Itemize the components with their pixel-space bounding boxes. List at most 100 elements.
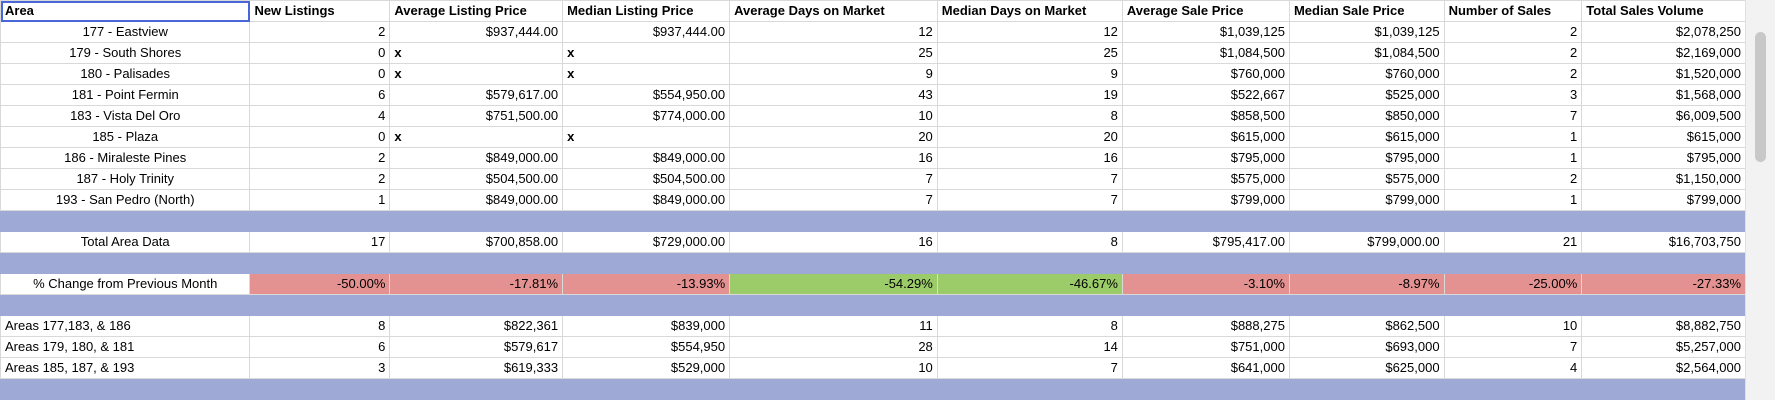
group-area-cell[interactable]: Areas 177,183, & 186: [0, 315, 251, 337]
median-days-cell[interactable]: 7: [936, 168, 1123, 190]
header-median-listing-price[interactable]: Median Listing Price: [562, 0, 731, 22]
avg-listing-price-cell[interactable]: $937,444.00: [389, 21, 564, 43]
total-sales-volume-cell[interactable]: $2,078,250: [1581, 21, 1746, 43]
avg-days-cell[interactable]: 43: [729, 84, 938, 106]
area-cell[interactable]: 177 - Eastview: [0, 21, 251, 43]
change-median-listing-price-cell[interactable]: -13.93%: [562, 273, 731, 295]
median-days-cell[interactable]: 16: [936, 147, 1123, 169]
group-sales-volume-cell[interactable]: $2,564,000: [1581, 357, 1746, 379]
change-avg-sale-price-cell[interactable]: -3.10%: [1121, 273, 1290, 295]
new-listings-cell[interactable]: 2: [249, 168, 391, 190]
total-avg-sale-price-cell[interactable]: $795,417.00: [1121, 231, 1290, 253]
change-median-days-cell[interactable]: -46.67%: [936, 273, 1123, 295]
total-label-cell[interactable]: Total Area Data: [0, 231, 251, 253]
median-listing-price-cell[interactable]: $849,000.00: [562, 189, 731, 211]
header-total-sales-volume[interactable]: Total Sales Volume: [1581, 0, 1746, 22]
group-avg-listing-price-cell[interactable]: $579,617: [389, 336, 564, 358]
total-median-sale-price-cell[interactable]: $799,000.00: [1288, 231, 1445, 253]
change-avg-listing-price-cell[interactable]: -17.81%: [389, 273, 564, 295]
group-number-of-sales-cell[interactable]: 10: [1443, 315, 1583, 337]
avg-sale-price-cell[interactable]: $1,084,500: [1121, 42, 1290, 64]
total-sales-volume-cell[interactable]: $795,000: [1581, 147, 1746, 169]
header-number-of-sales[interactable]: Number of Sales: [1443, 0, 1583, 22]
avg-listing-price-cell[interactable]: $751,500.00: [389, 105, 564, 127]
group-median-days-cell[interactable]: 14: [936, 336, 1123, 358]
avg-sale-price-cell[interactable]: $1,039,125: [1121, 21, 1290, 43]
median-listing-price-cell[interactable]: x: [562, 126, 731, 148]
area-cell[interactable]: 179 - South Shores: [0, 42, 251, 64]
group-area-cell[interactable]: Areas 185, 187, & 193: [0, 357, 251, 379]
group-median-days-cell[interactable]: 8: [936, 315, 1123, 337]
median-listing-price-cell[interactable]: $849,000.00: [562, 147, 731, 169]
total-avg-listing-price-cell[interactable]: $700,858.00: [389, 231, 564, 253]
median-listing-price-cell[interactable]: $554,950.00: [562, 84, 731, 106]
median-days-cell[interactable]: 25: [936, 42, 1123, 64]
avg-days-cell[interactable]: 20: [729, 126, 938, 148]
header-avg-listing-price[interactable]: Average Listing Price: [389, 0, 564, 22]
group-number-of-sales-cell[interactable]: 4: [1443, 357, 1583, 379]
group-avg-days-cell[interactable]: 11: [729, 315, 938, 337]
avg-listing-price-cell[interactable]: x: [389, 126, 564, 148]
group-median-sale-price-cell[interactable]: $625,000: [1288, 357, 1445, 379]
group-avg-sale-price-cell[interactable]: $751,000: [1121, 336, 1290, 358]
median-sale-price-cell[interactable]: $760,000: [1288, 63, 1445, 85]
vertical-scrollbar[interactable]: [1745, 0, 1775, 400]
median-sale-price-cell[interactable]: $850,000: [1288, 105, 1445, 127]
median-days-cell[interactable]: 19: [936, 84, 1123, 106]
group-area-cell[interactable]: Areas 179, 180, & 181: [0, 336, 251, 358]
avg-sale-price-cell[interactable]: $760,000: [1121, 63, 1290, 85]
total-sales-volume-cell[interactable]: $2,169,000: [1581, 42, 1746, 64]
number-of-sales-cell[interactable]: 1: [1443, 147, 1583, 169]
new-listings-cell[interactable]: 2: [249, 147, 391, 169]
total-sales-volume-cell[interactable]: $6,009,500: [1581, 105, 1746, 127]
new-listings-cell[interactable]: 4: [249, 105, 391, 127]
avg-days-cell[interactable]: 16: [729, 147, 938, 169]
median-days-cell[interactable]: 9: [936, 63, 1123, 85]
avg-sale-price-cell[interactable]: $575,000: [1121, 168, 1290, 190]
area-cell[interactable]: 185 - Plaza: [0, 126, 251, 148]
median-listing-price-cell[interactable]: x: [562, 42, 731, 64]
group-avg-days-cell[interactable]: 28: [729, 336, 938, 358]
header-avg-sale-price[interactable]: Average Sale Price: [1121, 0, 1290, 22]
number-of-sales-cell[interactable]: 2: [1443, 63, 1583, 85]
number-of-sales-cell[interactable]: 2: [1443, 168, 1583, 190]
median-sale-price-cell[interactable]: $795,000: [1288, 147, 1445, 169]
avg-sale-price-cell[interactable]: $522,667: [1121, 84, 1290, 106]
avg-days-cell[interactable]: 25: [729, 42, 938, 64]
area-cell[interactable]: 187 - Holy Trinity: [0, 168, 251, 190]
header-median-days-on-market[interactable]: Median Days on Market: [936, 0, 1123, 22]
change-median-sale-price-cell[interactable]: -8.97%: [1288, 273, 1445, 295]
group-sales-volume-cell[interactable]: $8,882,750: [1581, 315, 1746, 337]
avg-listing-price-cell[interactable]: $579,617.00: [389, 84, 564, 106]
group-avg-listing-price-cell[interactable]: $822,361: [389, 315, 564, 337]
avg-days-cell[interactable]: 9: [729, 63, 938, 85]
avg-listing-price-cell[interactable]: $504,500.00: [389, 168, 564, 190]
group-avg-sale-price-cell[interactable]: $641,000: [1121, 357, 1290, 379]
area-cell[interactable]: 183 - Vista Del Oro: [0, 105, 251, 127]
group-avg-sale-price-cell[interactable]: $888,275: [1121, 315, 1290, 337]
median-days-cell[interactable]: 12: [936, 21, 1123, 43]
total-new-listings-cell[interactable]: 17: [249, 231, 391, 253]
header-area[interactable]: Area: [0, 0, 251, 22]
group-sales-volume-cell[interactable]: $5,257,000: [1581, 336, 1746, 358]
new-listings-cell[interactable]: 2: [249, 21, 391, 43]
median-listing-price-cell[interactable]: x: [562, 63, 731, 85]
total-number-of-sales-cell[interactable]: 21: [1443, 231, 1583, 253]
group-median-sale-price-cell[interactable]: $693,000: [1288, 336, 1445, 358]
new-listings-cell[interactable]: 0: [249, 63, 391, 85]
avg-sale-price-cell[interactable]: $615,000: [1121, 126, 1290, 148]
avg-sale-price-cell[interactable]: $799,000: [1121, 189, 1290, 211]
new-listings-cell[interactable]: 1: [249, 189, 391, 211]
avg-days-cell[interactable]: 12: [729, 21, 938, 43]
group-number-of-sales-cell[interactable]: 7: [1443, 336, 1583, 358]
median-sale-price-cell[interactable]: $525,000: [1288, 84, 1445, 106]
new-listings-cell[interactable]: 0: [249, 126, 391, 148]
number-of-sales-cell[interactable]: 7: [1443, 105, 1583, 127]
avg-sale-price-cell[interactable]: $795,000: [1121, 147, 1290, 169]
median-sale-price-cell[interactable]: $799,000: [1288, 189, 1445, 211]
number-of-sales-cell[interactable]: 1: [1443, 126, 1583, 148]
total-sales-volume-cell[interactable]: $1,150,000: [1581, 168, 1746, 190]
median-sale-price-cell[interactable]: $575,000: [1288, 168, 1445, 190]
median-days-cell[interactable]: 7: [936, 189, 1123, 211]
total-sales-volume-cell[interactable]: $615,000: [1581, 126, 1746, 148]
